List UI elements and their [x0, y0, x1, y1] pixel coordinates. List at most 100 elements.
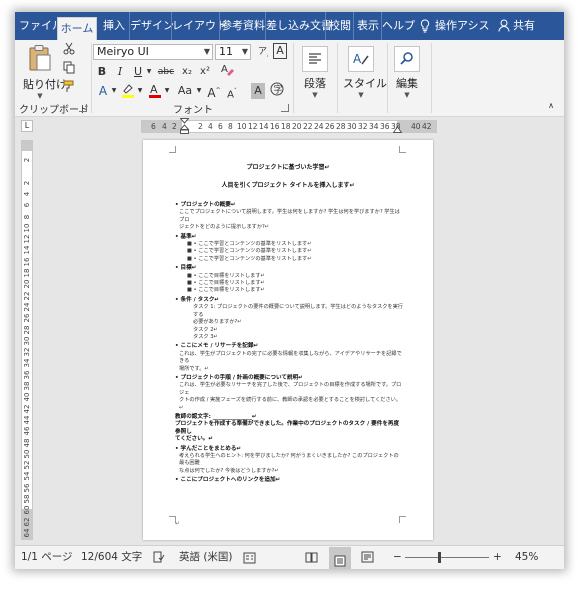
vertical-ruler[interactable]: 2 2 4 6 8 10 12 14 16 18 20 22 24 26 28 30 32 34 36 38 40 42 4… [21, 140, 33, 540]
strikethrough-button[interactable]: abc [155, 64, 177, 80]
zoom-slider[interactable] [405, 557, 489, 558]
doc-title[interactable]: プロジェクトに基づいた学習↵ [143, 162, 433, 171]
read-mode-icon[interactable] [305, 546, 318, 569]
doc-line[interactable]: タスク 3↵ [175, 334, 403, 341]
superscript-button[interactable]: x² [197, 64, 213, 80]
doc-line[interactable]: 必要がありますか?↵ [175, 319, 403, 326]
styles-button[interactable]: A スタイル ▼ [343, 46, 387, 99]
font-name-combo[interactable]: Meiryo UI ▼ [93, 44, 213, 60]
tab-view[interactable]: 表示 [353, 12, 382, 40]
chevron-down-icon[interactable]: ▼ [163, 83, 171, 99]
doc-line[interactable]: ここでプロジェクトについて説明します。学生は何をしますか? 学生は何を学びますか… [175, 209, 403, 224]
doc-line[interactable]: ジェクトをどのように提示しますか?↵ [175, 224, 403, 231]
zoom-level[interactable]: 45% [515, 546, 538, 569]
chevron-down-icon[interactable]: ▼ [145, 64, 153, 80]
tab-layout[interactable]: レイアウト [171, 12, 227, 40]
doc-line[interactable]: な点は何でしたか? 今後はどうしますか?↵ [175, 468, 403, 475]
underline-button[interactable]: U [131, 64, 145, 80]
subscript-button[interactable]: x₂ [179, 64, 195, 80]
clear-formatting-icon[interactable]: A [219, 62, 235, 78]
tab-home[interactable]: ホーム [57, 17, 97, 40]
language-indicator[interactable]: 英語 (米国) [179, 546, 233, 569]
cut-icon[interactable] [61, 42, 77, 58]
document-canvas[interactable]: 2 2 4 6 8 10 12 14 16 18 20 22 24 26 28 30 32 34 36 38 40 42 4… [15, 137, 564, 545]
doc-line[interactable]: これは、学生がプロジェクトの完了に必要な情報を収集しながら、アイデアやリサーチを… [175, 351, 403, 366]
ruler-tick: 6 [218, 122, 223, 131]
accessibility-icon[interactable] [243, 546, 256, 569]
indent-marker-icon[interactable] [180, 118, 189, 134]
paste-dropdown-icon[interactable]: ▼ [23, 92, 57, 100]
person-icon[interactable] [497, 12, 511, 40]
paragraph-button[interactable]: 段落 ▼ [299, 46, 331, 99]
font-launcher-icon[interactable] [281, 104, 289, 112]
doc-heading[interactable]: • ここにプロジェクトへのリンクを追加↵ [175, 477, 403, 484]
tab-selector[interactable]: L [21, 120, 33, 132]
tab-file[interactable]: ファイル [19, 12, 63, 40]
word-count[interactable]: 12/604 文字 [81, 546, 142, 569]
doc-line[interactable]: タスク 2↵ [175, 327, 403, 334]
svg-text:A: A [150, 83, 158, 96]
editing-button[interactable]: 編集 ▼ [391, 46, 423, 99]
right-indent-marker-icon[interactable] [393, 126, 402, 133]
tab-references[interactable]: 参考資料 [219, 12, 266, 40]
doc-heading[interactable]: • ここにメモ / リサーチを記録↵ [175, 343, 403, 350]
search-icon [394, 46, 420, 72]
doc-line[interactable]: クトの作成 / 実施フェーズを続行する前に、教師の承認を必要とすることを検討して… [175, 397, 403, 412]
doc-heading[interactable]: • 基準↵ [175, 234, 403, 241]
chevron-down-icon[interactable]: ▼ [110, 83, 118, 99]
enclosed-character-icon[interactable]: 字 [269, 82, 285, 98]
page-count[interactable]: 1/1 ページ [21, 546, 73, 569]
horizontal-ruler[interactable]: 6 4 2 2 4 6 8 10 12 14 16 18 20 22 24 26… [141, 118, 437, 134]
doc-line[interactable]: ■ • ここで目標をリストします↵ [175, 273, 403, 280]
italic-button[interactable]: I [113, 64, 127, 80]
character-shading-icon[interactable]: A [251, 83, 265, 99]
tab-review[interactable]: 校閲 [325, 12, 354, 40]
document-page[interactable]: プロジェクトに基づいた学習↵ 人目を引くプロジェクト タイトルを挿入します↵ •… [143, 140, 433, 540]
doc-line[interactable]: 考えられる学生へのヒント: 何を学びましたか? 何がうまくいきましたか? このプ… [175, 453, 403, 468]
tab-help[interactable]: ヘルプ [381, 12, 415, 40]
doc-body[interactable]: • プロジェクトの概要↵ ここでプロジェクトについて説明します。学生は何をしますか… [175, 202, 403, 485]
print-layout-icon[interactable] [329, 547, 351, 569]
doc-heading[interactable]: • 目標↵ [175, 265, 403, 272]
chevron-down-icon[interactable]: ▼ [136, 83, 144, 99]
tab-mailings[interactable]: 差し込み文書 [265, 12, 332, 40]
grow-font-button[interactable]: A^ [207, 83, 221, 100]
doc-heading[interactable]: プロジェクトを作成する準備ができました。作業中のプロジェクトのタスク / 要件を… [175, 421, 403, 436]
ruler-tick: 12 [248, 122, 258, 131]
collapse-ribbon-icon[interactable]: ∧ [545, 98, 557, 114]
doc-heading[interactable]: • 学んだことをまとめる↵ [175, 446, 403, 453]
copy-icon[interactable] [61, 61, 77, 77]
doc-line[interactable]: ■ • ここで学習とコンテンツの基準をリストします↵ [175, 256, 403, 263]
tab-design[interactable]: デザイン [129, 12, 174, 40]
doc-line[interactable]: これは、学生が必要なリサーチを完了した後で、プロジェクトの目標を作成する場所です… [175, 382, 403, 397]
text-effects-icon[interactable]: A [95, 83, 111, 99]
bold-button[interactable]: B [95, 64, 109, 80]
font-color-icon[interactable]: A [147, 82, 163, 98]
doc-subtitle[interactable]: 人目を引くプロジェクト タイトルを挿入します↵ [143, 180, 433, 189]
tab-insert[interactable]: 挿入 [99, 12, 129, 40]
font-size-combo[interactable]: 11 ▼ [215, 44, 251, 60]
character-border-icon[interactable]: A [273, 43, 287, 59]
clipboard-launcher-icon[interactable] [79, 104, 87, 112]
shrink-font-button[interactable]: Aˇ [225, 84, 239, 100]
doc-line[interactable]: 場所です。↵ [175, 366, 403, 373]
change-case-button[interactable]: Aa [175, 83, 195, 99]
doc-line[interactable]: ■ • ここで目標をリストします↵ [175, 287, 403, 294]
web-layout-icon[interactable] [361, 546, 374, 569]
chevron-down-icon[interactable]: ▼ [195, 83, 203, 99]
lightbulb-icon[interactable] [419, 12, 431, 40]
highlighter-icon[interactable] [119, 82, 137, 98]
tell-me-search[interactable]: 操作アシス [435, 12, 490, 40]
zoom-in-button[interactable]: + [493, 546, 502, 569]
doc-line[interactable]: タスク 1: プロジェクトの要件の概要について説明します。学生はどのようなタスク… [175, 304, 403, 319]
paste-button[interactable]: 貼り付け ▼ [23, 44, 67, 100]
phonetic-guide-icon[interactable]: アᵢ [255, 44, 271, 60]
share-button[interactable]: 共有 [513, 12, 539, 40]
zoom-out-button[interactable]: − [393, 546, 402, 569]
doc-line[interactable]: ■ • ここで学習とコンテンツの基準をリストします↵ [175, 248, 403, 255]
proofing-icon[interactable] [153, 546, 165, 569]
format-painter-icon[interactable] [61, 80, 77, 96]
ruler-tick: 20 [23, 279, 31, 289]
doc-heading[interactable]: てください。↵ [175, 436, 403, 443]
zoom-slider-thumb[interactable] [438, 552, 441, 563]
